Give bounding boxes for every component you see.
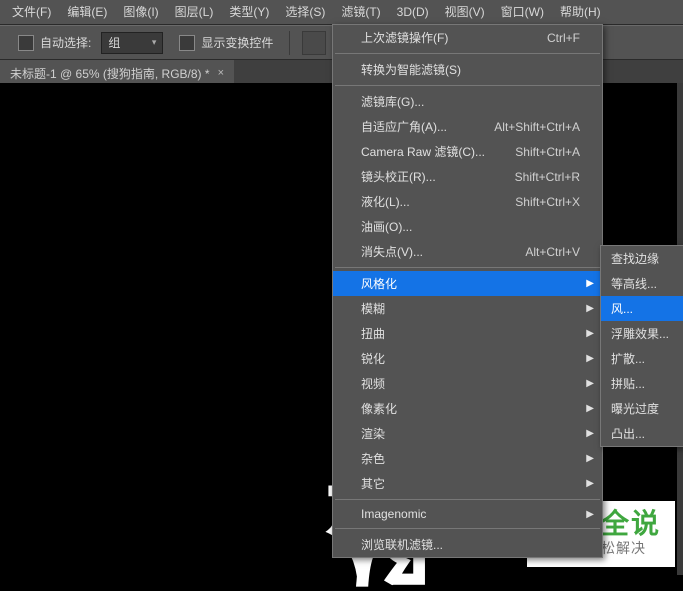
submenu-diffuse[interactable]: 扩散... [601, 346, 683, 371]
group-dropdown[interactable]: 组 ▾ [101, 32, 163, 54]
submenu-extrude[interactable]: 凸出... [601, 421, 683, 446]
menu-distort[interactable]: 扭曲 ▶ [333, 321, 602, 346]
menu-item-label: 模糊 [361, 300, 385, 317]
chevron-down-icon: ▾ [152, 37, 157, 48]
separator [335, 85, 600, 86]
submenu-wind[interactable]: 风... [601, 296, 683, 321]
menu-item-label: 镜头校正(R)... [361, 168, 436, 185]
checkbox-icon [179, 35, 195, 51]
menu-filter[interactable]: 滤镜(T) [333, 0, 388, 24]
menu-item-label: 扭曲 [361, 325, 385, 342]
menu-item-shortcut: Shift+Ctrl+X [515, 195, 580, 209]
menu-item-label: 杂色 [361, 450, 385, 467]
submenu-contour[interactable]: 等高线... [601, 271, 683, 296]
menu-layer[interactable]: 图层(L) [167, 0, 222, 24]
document-tab-title: 未标题-1 @ 65% (搜狗指南, RGB/8) * [10, 65, 210, 82]
menu-smart-filter[interactable]: 转换为智能滤镜(S) [333, 57, 602, 82]
menu-item-label: Camera Raw 滤镜(C)... [361, 143, 485, 160]
menu-render[interactable]: 渲染 ▶ [333, 421, 602, 446]
submenu-tiles[interactable]: 拼贴... [601, 371, 683, 396]
menu-window[interactable]: 窗口(W) [493, 0, 552, 24]
menu-item-label: 像素化 [361, 400, 397, 417]
chevron-right-icon: ▶ [586, 509, 594, 520]
menu-item-shortcut: Alt+Ctrl+V [525, 245, 580, 259]
menu-item-label: 上次滤镜操作(F) [361, 29, 448, 46]
menu-browse-online[interactable]: 浏览联机滤镜... [333, 532, 602, 557]
menu-pixelate[interactable]: 像素化 ▶ [333, 396, 602, 421]
separator [335, 528, 600, 529]
align-icons-group [302, 31, 326, 55]
show-transform-label: 显示变换控件 [201, 34, 273, 51]
menu-other[interactable]: 其它 ▶ [333, 471, 602, 496]
align-icon[interactable] [302, 31, 326, 55]
menu-edit[interactable]: 编辑(E) [59, 0, 115, 24]
menu-liquify[interactable]: 液化(L)... Shift+Ctrl+X [333, 189, 602, 214]
menu-item-label: 其它 [361, 475, 385, 492]
close-icon[interactable]: × [218, 67, 224, 79]
menu-item-label: 渲染 [361, 425, 385, 442]
menu-item-label: 油画(O)... [361, 218, 412, 235]
chevron-right-icon: ▶ [586, 353, 594, 364]
menu-help[interactable]: 帮助(H) [552, 0, 609, 24]
chevron-right-icon: ▶ [586, 428, 594, 439]
menu-blur[interactable]: 模糊 ▶ [333, 296, 602, 321]
chevron-right-icon: ▶ [586, 453, 594, 464]
menu-oil-paint[interactable]: 油画(O)... [333, 214, 602, 239]
menu-item-label: 风格化 [361, 275, 397, 292]
chevron-right-icon: ▶ [586, 378, 594, 389]
menu-image[interactable]: 图像(I) [115, 0, 166, 24]
menu-filter-gallery[interactable]: 滤镜库(G)... [333, 89, 602, 114]
chevron-right-icon: ▶ [586, 478, 594, 489]
menu-stylize[interactable]: 风格化 ▶ [333, 271, 602, 296]
submenu-solarize[interactable]: 曝光过度 [601, 396, 683, 421]
menu-sharpen[interactable]: 锐化 ▶ [333, 346, 602, 371]
auto-select-label: 自动选择: [40, 34, 91, 51]
menu-item-label: 转换为智能滤镜(S) [361, 61, 461, 78]
menu-item-shortcut: Alt+Shift+Ctrl+A [494, 120, 580, 134]
checkbox-icon [18, 35, 34, 51]
group-dropdown-value: 组 [108, 34, 120, 51]
chevron-right-icon: ▶ [586, 303, 594, 314]
chevron-right-icon: ▶ [586, 328, 594, 339]
menu-select[interactable]: 选择(S) [277, 0, 333, 24]
separator [335, 53, 600, 54]
menu-item-label: 浏览联机滤镜... [361, 536, 443, 553]
menubar: 文件(F) 编辑(E) 图像(I) 图层(L) 类型(Y) 选择(S) 滤镜(T… [0, 0, 683, 25]
auto-select-checkbox[interactable]: 自动选择: [18, 34, 91, 51]
menu-type[interactable]: 类型(Y) [221, 0, 277, 24]
menu-item-label: 自适应广角(A)... [361, 118, 447, 135]
show-transform-checkbox[interactable]: 显示变换控件 [179, 34, 273, 51]
submenu-find-edges[interactable]: 查找边缘 [601, 246, 683, 271]
menu-adaptive-wide-angle[interactable]: 自适应广角(A)... Alt+Shift+Ctrl+A [333, 114, 602, 139]
menu-item-label: 滤镜库(G)... [361, 93, 424, 110]
menu-item-label: Imagenomic [361, 507, 426, 521]
menu-3d[interactable]: 3D(D) [389, 0, 437, 24]
separator [335, 499, 600, 500]
menu-item-shortcut: Shift+Ctrl+A [515, 145, 580, 159]
menu-imagenomic[interactable]: Imagenomic ▶ [333, 503, 602, 525]
menu-item-shortcut: Shift+Ctrl+R [515, 170, 580, 184]
chevron-right-icon: ▶ [586, 278, 594, 289]
separator [335, 267, 600, 268]
menu-noise[interactable]: 杂色 ▶ [333, 446, 602, 471]
stylize-submenu: 查找边缘 等高线... 风... 浮雕效果... 扩散... 拼贴... 曝光过… [600, 245, 683, 447]
filter-dropdown: 上次滤镜操作(F) Ctrl+F 转换为智能滤镜(S) 滤镜库(G)... 自适… [332, 24, 603, 558]
menu-file[interactable]: 文件(F) [4, 0, 59, 24]
menu-video[interactable]: 视频 ▶ [333, 371, 602, 396]
chevron-right-icon: ▶ [586, 403, 594, 414]
menu-item-label: 锐化 [361, 350, 385, 367]
menu-last-filter[interactable]: 上次滤镜操作(F) Ctrl+F [333, 25, 602, 50]
menu-item-label: 消失点(V)... [361, 243, 423, 260]
menu-lens-correction[interactable]: 镜头校正(R)... Shift+Ctrl+R [333, 164, 602, 189]
submenu-emboss[interactable]: 浮雕效果... [601, 321, 683, 346]
menu-view[interactable]: 视图(V) [437, 0, 493, 24]
menu-camera-raw[interactable]: Camera Raw 滤镜(C)... Shift+Ctrl+A [333, 139, 602, 164]
menu-item-shortcut: Ctrl+F [547, 31, 580, 45]
separator [289, 31, 290, 55]
menu-item-label: 视频 [361, 375, 385, 392]
menu-vanishing-point[interactable]: 消失点(V)... Alt+Ctrl+V [333, 239, 602, 264]
menu-item-label: 液化(L)... [361, 193, 410, 210]
